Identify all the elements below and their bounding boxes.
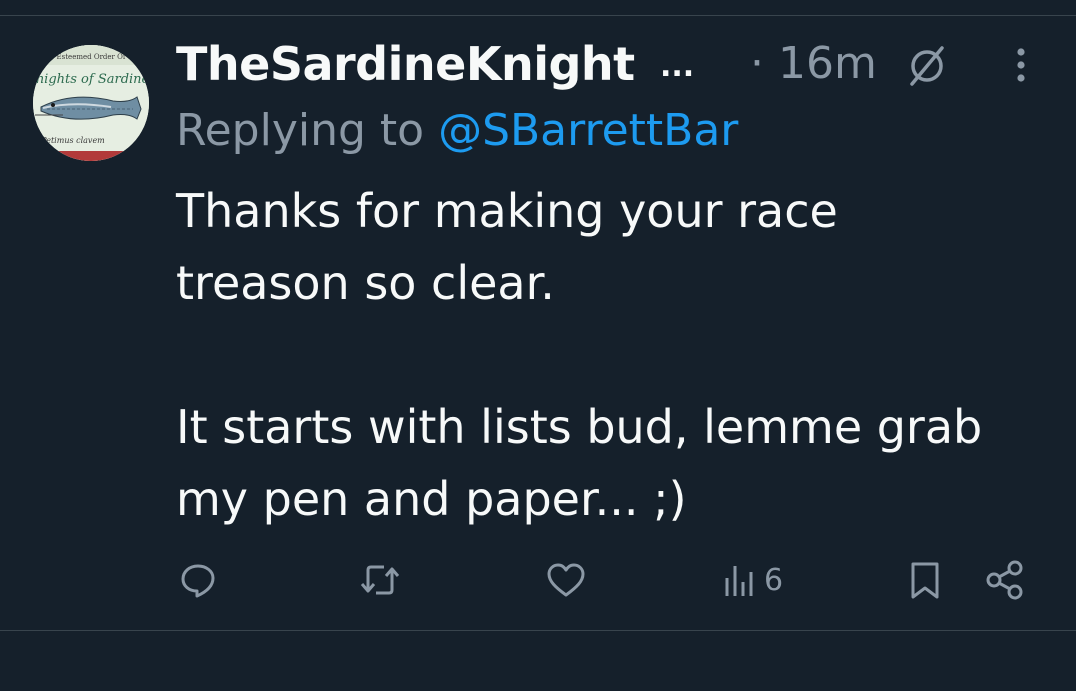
avatar-main-text: Knights of Sardines [33, 72, 149, 87]
timestamp[interactable]: · 16m [750, 34, 877, 94]
tweet-actions: 6 [0, 550, 1076, 610]
retweet-button[interactable] [358, 560, 402, 600]
views-icon [725, 566, 753, 596]
bookmark-icon [911, 562, 939, 599]
views-count: 6 [764, 562, 784, 598]
share-button[interactable] [984, 560, 1026, 600]
avatar-image: Esteemed Order Of Knights of Sardines Pe… [33, 45, 149, 161]
share-icon [986, 560, 1023, 600]
reply-handle-link[interactable]: @SBarrettBar [438, 105, 738, 156]
more-options-icon[interactable] [1004, 44, 1038, 86]
tweet-text: Thanks for making your race treason so c… [176, 175, 1056, 535]
bookmark-button[interactable] [908, 560, 942, 600]
bottom-divider [0, 630, 1076, 631]
display-name[interactable]: TheSardineKnight [176, 34, 635, 94]
tweet-text-line: It starts with lists bud, lemme grab [176, 400, 983, 454]
retweet-icon [360, 565, 400, 595]
reply-button[interactable] [178, 560, 218, 600]
reply-icon [181, 564, 215, 598]
avatar-top-text: Esteemed Order Of [57, 53, 127, 61]
no-entry-icon [910, 46, 944, 86]
heart-icon [547, 563, 585, 597]
reply-prefix: Replying to [176, 105, 425, 156]
avatar[interactable]: Esteemed Order Of Knights of Sardines Pe… [33, 45, 149, 161]
tweet-header: TheSardineKnight ... · 16m [176, 34, 1056, 94]
avatar-bottom-text: Petimus clavem [40, 136, 105, 145]
tweet-text-line: treason so clear. [176, 256, 555, 310]
top-divider [0, 15, 1076, 16]
views-button[interactable]: 6 [722, 560, 783, 600]
tweet-text-line: Thanks for making your race [176, 184, 838, 238]
like-button[interactable] [545, 560, 587, 600]
tweet-text-line: my pen and paper... ;) [176, 472, 687, 526]
name-ellipsis: ... [660, 49, 695, 84]
reply-context: Replying to @SBarrettBar [176, 102, 738, 160]
